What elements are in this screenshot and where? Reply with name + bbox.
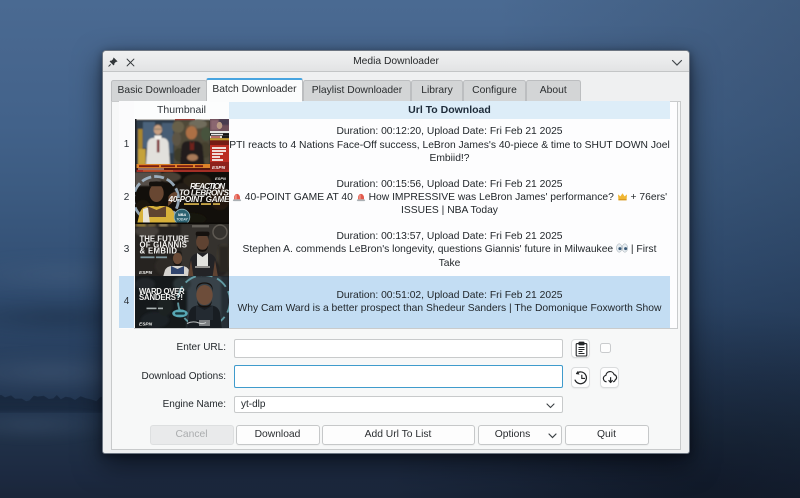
- svg-text:ESPN: ESPN: [139, 322, 153, 328]
- svg-text:40-POINT GAME: 40-POINT GAME: [167, 194, 229, 203]
- svg-text:ESPN: ESPN: [139, 270, 153, 276]
- svg-text:SANDERS?!: SANDERS?!: [139, 293, 183, 302]
- svg-text:ESPN: ESPN: [215, 176, 226, 181]
- svg-text:TODAY: TODAY: [176, 217, 188, 221]
- svg-text:NBA: NBA: [177, 213, 185, 217]
- svg-text:& EMBIID: & EMBIID: [139, 246, 177, 255]
